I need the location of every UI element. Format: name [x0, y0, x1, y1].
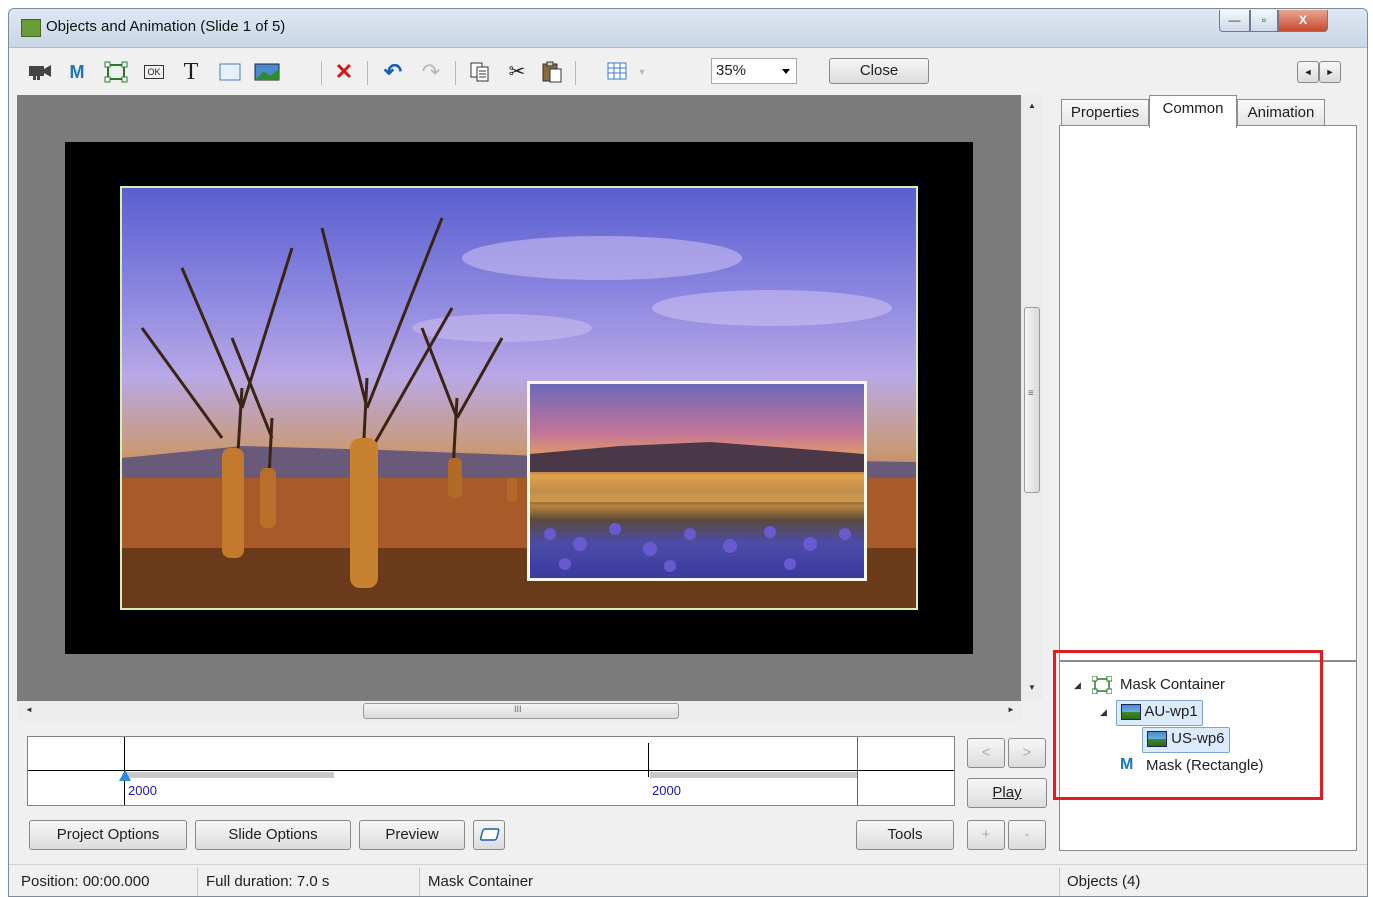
rectangle-icon[interactable] — [217, 61, 243, 83]
tools-button[interactable]: Tools — [856, 820, 954, 850]
grid-icon[interactable] — [605, 61, 629, 83]
timeline-axis — [28, 770, 954, 771]
toolbar: M OK T ✕ ↶ ↷ ✂ ▼ 35% Close ◄ ► — [9, 47, 1367, 95]
toolbar-separator — [321, 61, 322, 85]
panel-right-arrow-icon[interactable]: ► — [1319, 61, 1341, 83]
us-wp6-image[interactable] — [527, 381, 867, 581]
vertical-scroll-thumb[interactable]: ≡ — [1024, 307, 1040, 493]
previous-keyframe-button[interactable]: < — [967, 738, 1005, 768]
playhead-marker-icon[interactable] — [119, 770, 131, 781]
toolbar-separator — [367, 61, 368, 85]
button-glyph: OK — [144, 65, 164, 79]
copy-icon[interactable] — [467, 61, 493, 83]
scroll-down-icon[interactable]: ▼ — [1028, 683, 1036, 692]
scroll-up-icon[interactable]: ▲ — [1028, 101, 1036, 110]
timeline[interactable]: 2000 2000 — [27, 736, 955, 806]
status-position: Position: 00:00.000 — [21, 873, 150, 890]
monitor-icon — [479, 828, 500, 841]
timeline-label: 2000 — [652, 783, 681, 798]
zoom-select[interactable]: 35% — [711, 58, 797, 84]
timeline-transition-bar — [124, 772, 334, 778]
title-bar: Objects and Animation (Slide 1 of 5) — ▫… — [9, 9, 1367, 48]
grid-dropdown-arrow-icon[interactable]: ▼ — [635, 61, 649, 83]
panel-left-arrow-icon[interactable]: ◄ — [1297, 61, 1319, 83]
timeline-slide-end[interactable] — [857, 737, 858, 805]
timeline-transition-mark[interactable] — [648, 743, 649, 777]
toolbar-separator — [455, 61, 456, 85]
scroll-grip-icon: ≡ — [1028, 388, 1034, 399]
status-divider — [197, 868, 198, 896]
chevron-down-icon — [782, 69, 790, 74]
maximize-button[interactable]: ▫ — [1250, 10, 1278, 32]
close-button[interactable]: Close — [829, 58, 929, 84]
image-icon[interactable] — [253, 61, 281, 83]
horizontal-scroll-thumb[interactable]: III — [363, 703, 679, 719]
add-keyframe-button[interactable]: + — [967, 820, 1005, 850]
status-duration: Full duration: 7.0 s — [206, 873, 330, 890]
delete-icon[interactable]: ✕ — [331, 61, 357, 83]
close-window-button[interactable]: X — [1278, 10, 1328, 32]
common-tab-panel — [1059, 125, 1357, 661]
status-bar: Position: 00:00.000 Full duration: 7.0 s… — [9, 864, 1367, 896]
properties-tabs: Properties Common Animation — [1061, 95, 1357, 128]
next-keyframe-button[interactable]: > — [1008, 738, 1046, 768]
lake-drawing — [530, 442, 864, 572]
play-button[interactable]: Play — [967, 778, 1047, 808]
preview-button[interactable]: Preview — [359, 820, 465, 850]
slide-options-button[interactable]: Slide Options — [195, 820, 351, 850]
tab-common[interactable]: Common — [1149, 95, 1237, 128]
undo-icon[interactable]: ↶ — [381, 61, 405, 83]
minimize-button[interactable]: — — [1219, 10, 1250, 32]
scroll-right-icon[interactable]: ► — [1007, 705, 1015, 714]
toolbar-separator — [575, 61, 576, 85]
text-icon[interactable]: T — [179, 60, 203, 84]
canvas-vertical-scrollbar[interactable]: ▲ ≡ ▼ — [1021, 95, 1043, 701]
tab-animation[interactable]: Animation — [1237, 99, 1325, 127]
objects-animation-window: Objects and Animation (Slide 1 of 5) — ▫… — [8, 8, 1368, 897]
app-icon — [21, 19, 41, 37]
canvas-horizontal-scrollbar[interactable]: ◄ III ► — [17, 701, 1021, 721]
cut-icon[interactable]: ✂ — [505, 61, 529, 83]
status-divider — [419, 868, 420, 896]
scroll-grip-icon: III — [514, 704, 522, 714]
timeline-transition-bar — [650, 772, 857, 778]
zoom-value: 35% — [716, 62, 747, 79]
status-selected-object: Mask Container — [428, 873, 534, 890]
status-divider — [1059, 868, 1060, 896]
paste-icon[interactable] — [539, 61, 565, 83]
window-title: Objects and Animation (Slide 1 of 5) — [46, 18, 286, 35]
project-options-button[interactable]: Project Options — [29, 820, 187, 850]
slide-canvas[interactable] — [17, 95, 1021, 701]
status-object-count: Objects (4) — [1067, 873, 1141, 890]
redo-icon[interactable]: ↷ — [419, 61, 443, 83]
tab-properties[interactable]: Properties — [1061, 99, 1149, 127]
remove-keyframe-button[interactable]: - — [1008, 820, 1046, 850]
button-icon[interactable]: OK — [141, 61, 167, 83]
camera-icon[interactable] — [27, 61, 53, 83]
screen-preview-button[interactable] — [473, 820, 505, 850]
scroll-left-icon[interactable]: ◄ — [25, 705, 33, 714]
frame-icon[interactable] — [103, 61, 129, 83]
highlight-box — [1053, 650, 1323, 800]
mask-icon[interactable]: M — [65, 61, 89, 83]
timeline-label: 2000 — [128, 783, 157, 798]
